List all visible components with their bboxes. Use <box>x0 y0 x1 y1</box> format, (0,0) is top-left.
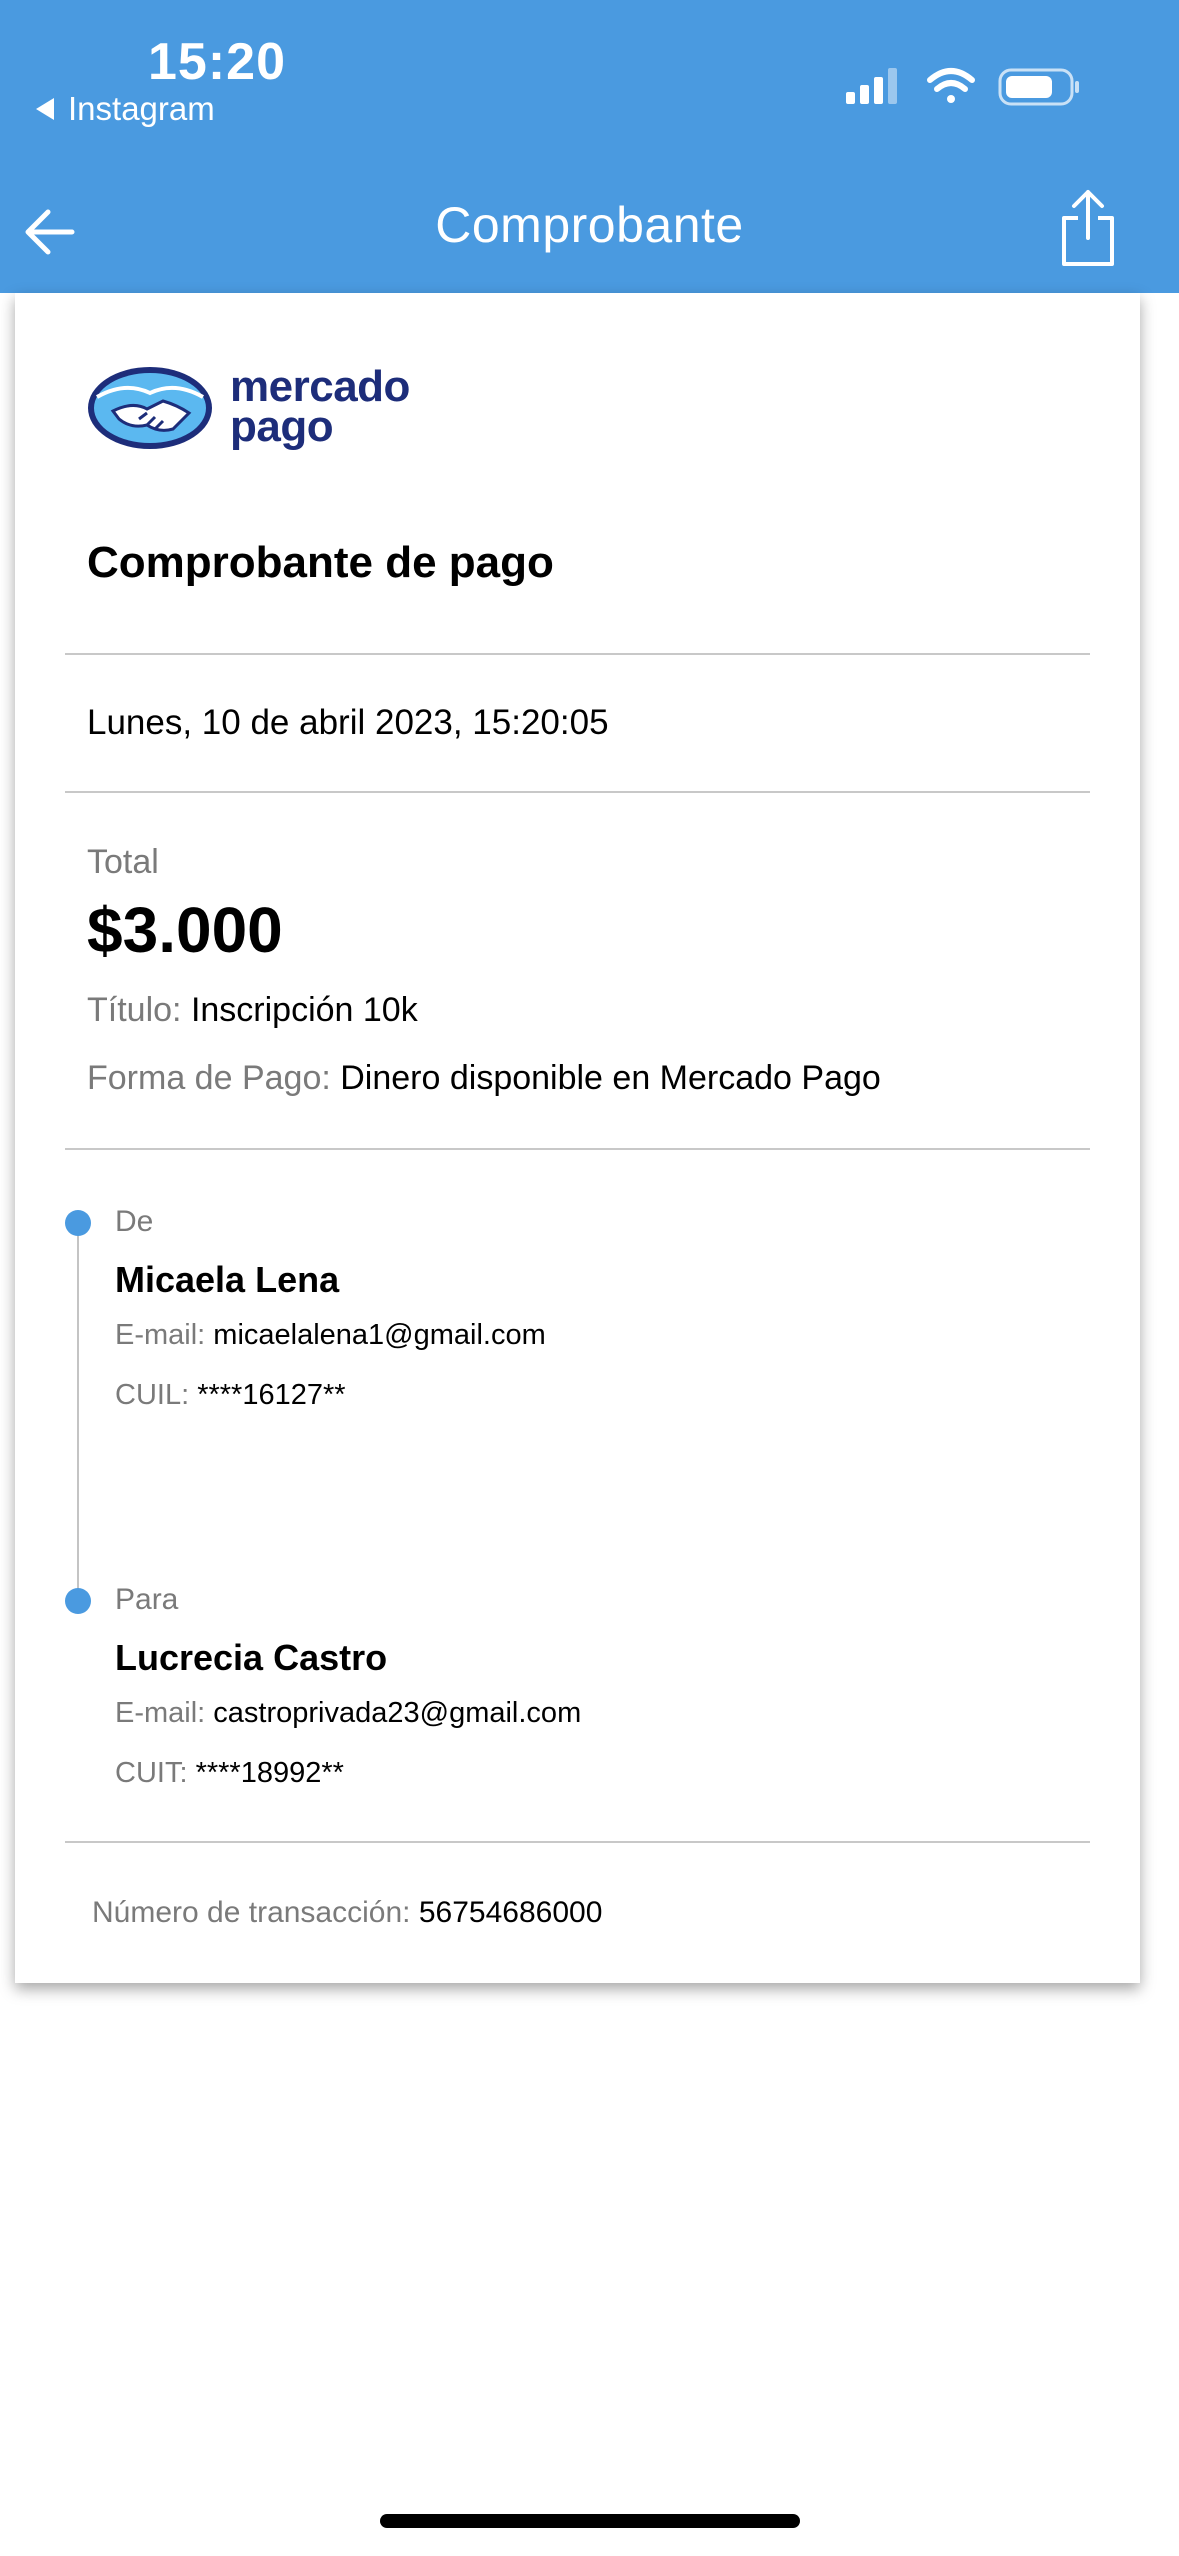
from-cuil-row: CUIL: ****16127** <box>115 1379 346 1411</box>
transaction-row: Número de transacción: 56754686000 <box>92 1896 603 1929</box>
from-email: micaelalena1@gmail.com <box>213 1319 546 1351</box>
to-cuit-row: CUIT: ****18992** <box>115 1757 344 1789</box>
receipt-card: mercado pago Comprobante de pago Lunes, … <box>15 293 1140 1983</box>
timeline-line <box>77 1223 79 1601</box>
signal-icon <box>846 68 897 104</box>
to-email: castroprivada23@gmail.com <box>213 1697 582 1729</box>
status-time: 15:20 <box>148 33 286 91</box>
titulo-value: Inscripción 10k <box>190 991 418 1029</box>
receipt-title: Comprobante de pago <box>87 538 554 587</box>
home-indicator[interactable] <box>380 2514 800 2528</box>
battery-icon <box>998 68 1079 106</box>
status-icons <box>846 68 1079 106</box>
from-name: Micaela Lena <box>115 1259 340 1300</box>
total-amount: $3.000 <box>87 894 283 966</box>
total-label: Total <box>87 843 159 881</box>
logo-wordmark: mercado pago <box>230 362 410 451</box>
page-title: Comprobante <box>435 197 744 253</box>
titulo-row: Título: Inscripción 10k <box>87 991 418 1029</box>
forma-de-pago-value: Dinero disponible en Mercado Pago <box>340 1059 881 1097</box>
divider <box>65 653 1090 655</box>
from-email-row: E-mail: micaelalena1@gmail.com <box>115 1319 546 1351</box>
receipt-date: Lunes, 10 de abril 2023, 15:20:05 <box>87 703 609 742</box>
to-label: Para <box>115 1583 179 1616</box>
wifi-icon <box>927 68 975 103</box>
share-icon[interactable] <box>1056 188 1120 268</box>
timeline-dot <box>65 1210 91 1236</box>
transaction-number: 56754686000 <box>418 1896 603 1929</box>
to-email-row: E-mail: castroprivada23@gmail.com <box>115 1697 582 1729</box>
back-app-label: Instagram <box>68 90 215 127</box>
back-to-app-link[interactable]: Instagram <box>36 90 215 128</box>
to-cuit: ****18992** <box>195 1757 344 1789</box>
to-name: Lucrecia Castro <box>115 1637 388 1678</box>
timeline-dot <box>65 1588 91 1614</box>
back-triangle-icon <box>36 98 54 120</box>
divider <box>65 791 1090 793</box>
divider <box>65 1148 1090 1150</box>
from-label: De <box>115 1205 154 1238</box>
app-header: 15:20 Instagram Comprobante <box>0 0 1179 293</box>
from-cuil: ****16127** <box>197 1379 346 1411</box>
forma-de-pago-row: Forma de Pago: Dinero disponible en Merc… <box>87 1059 881 1097</box>
divider <box>65 1841 1090 1843</box>
